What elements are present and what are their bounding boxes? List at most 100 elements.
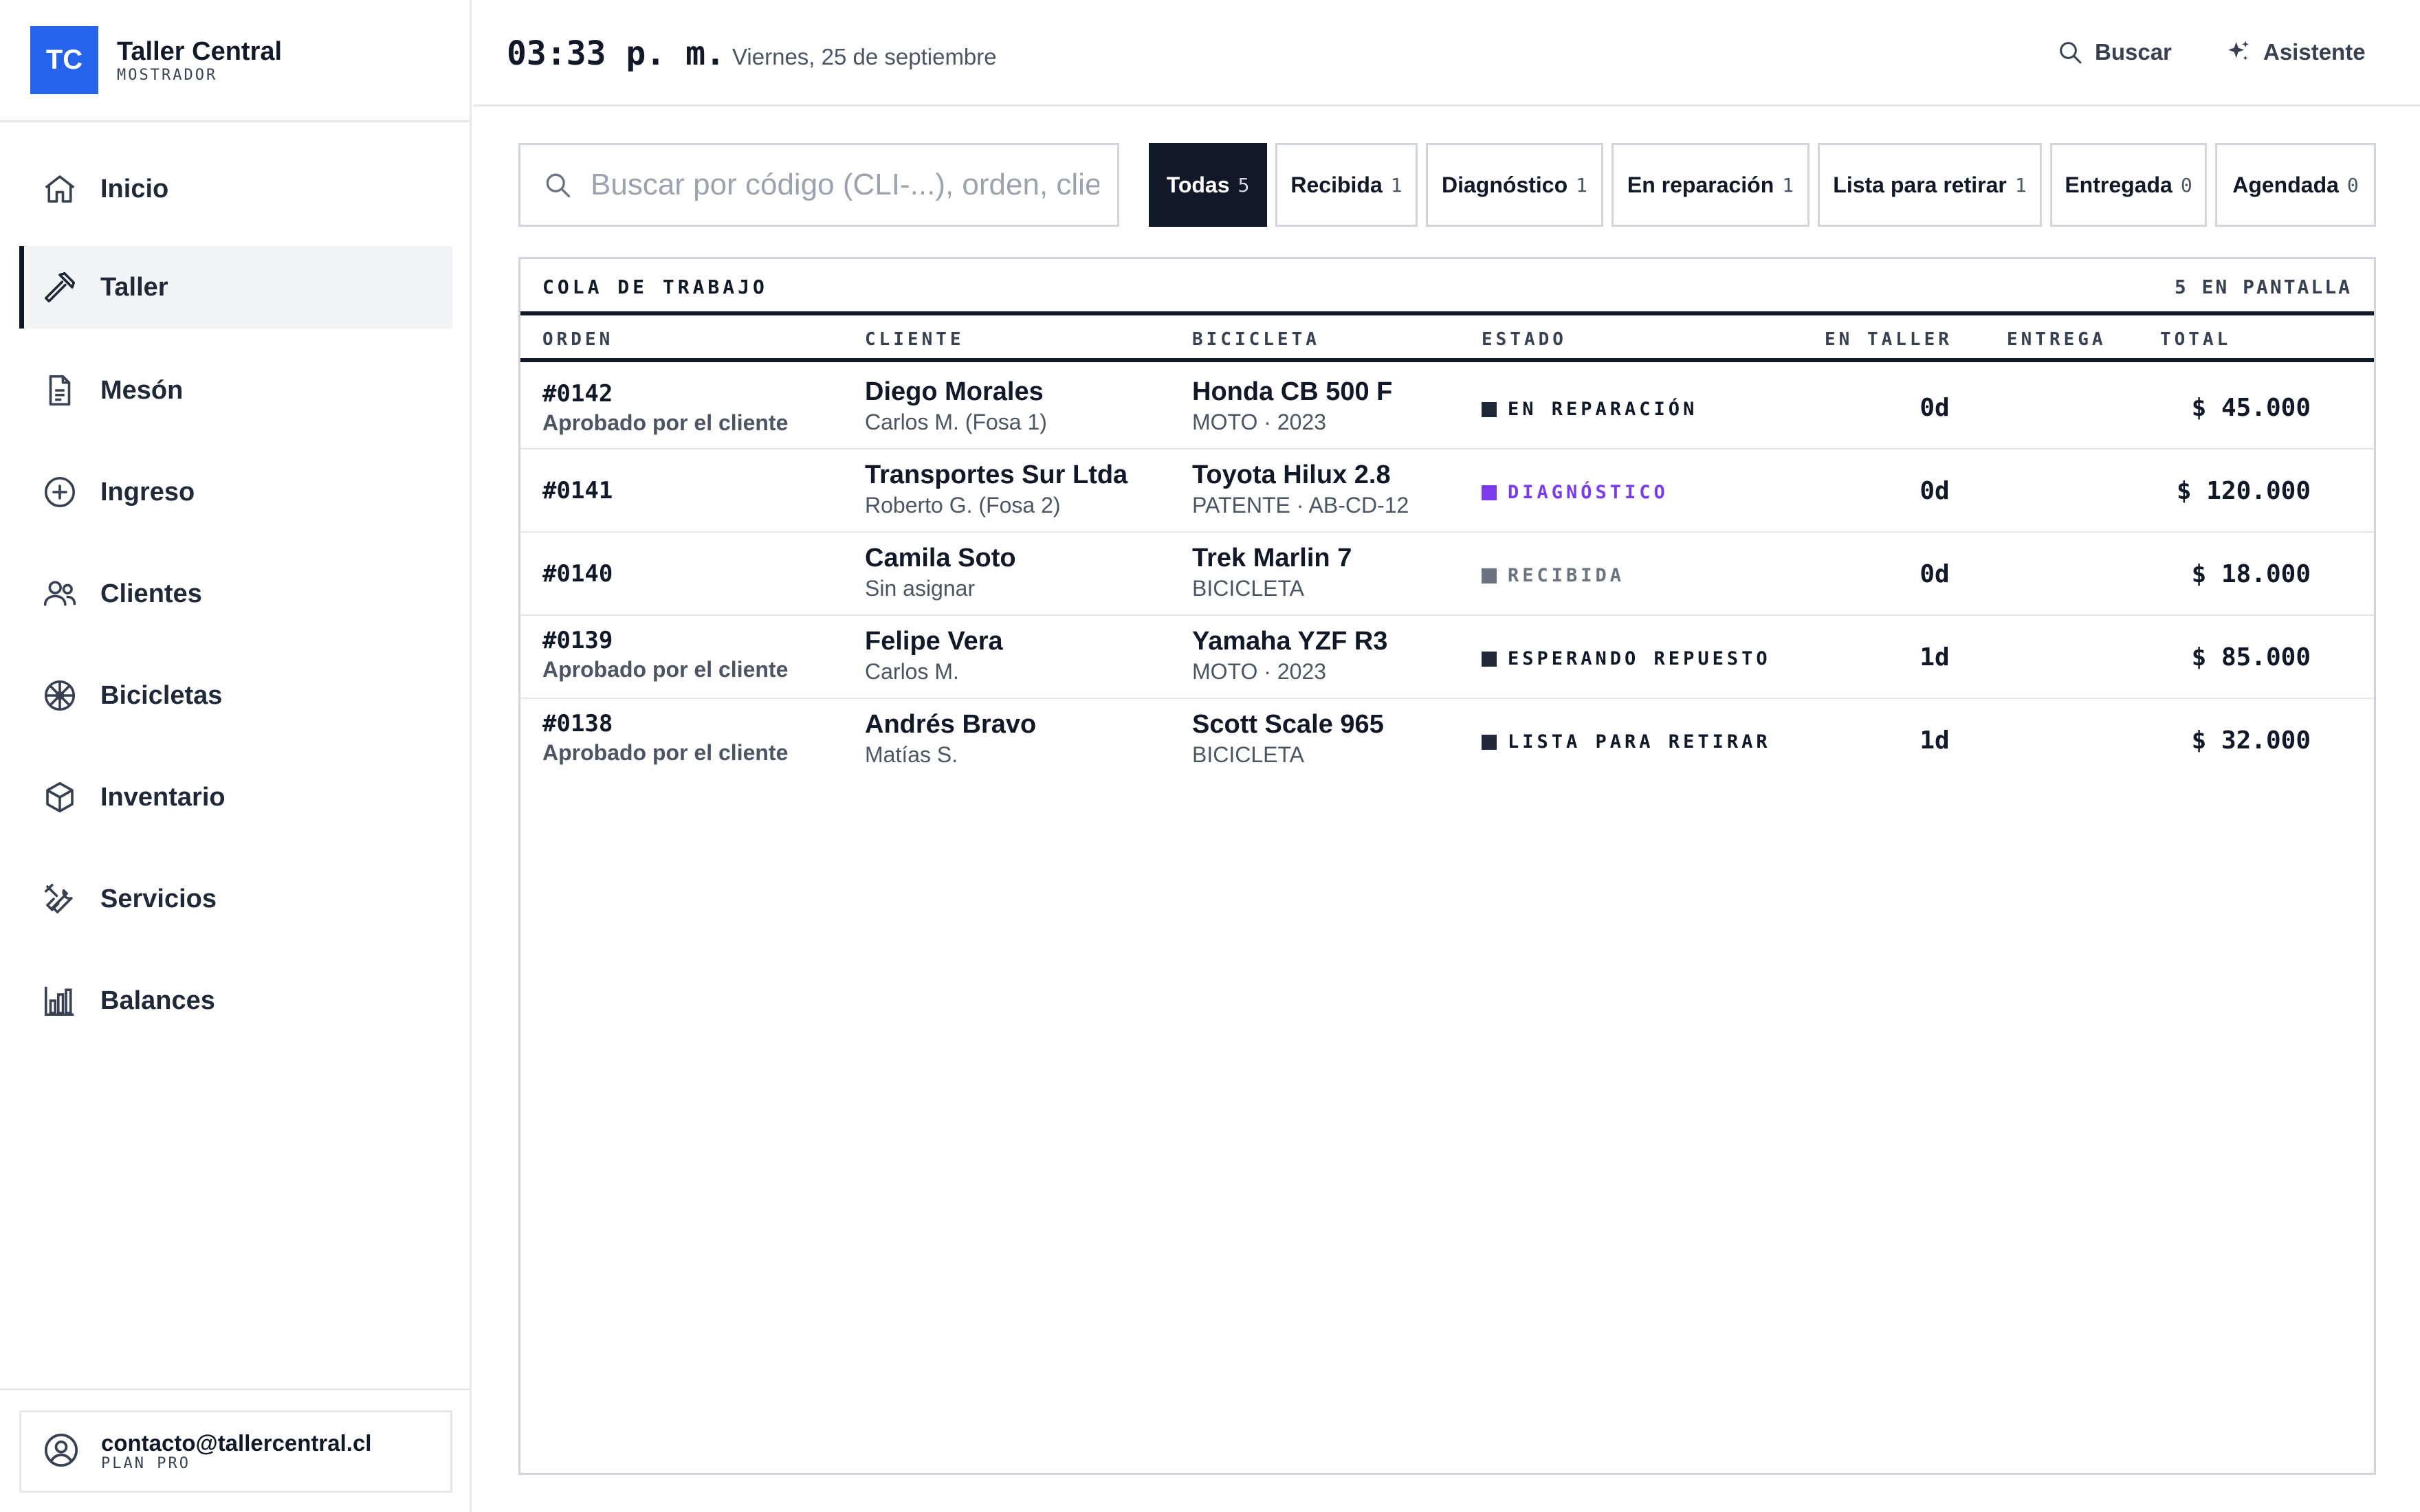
filter-label: Diagnóstico [1442, 172, 1568, 197]
order-total: $ 85.000 [2191, 643, 2311, 671]
vehicle-name: Yamaha YZF R3 [1192, 627, 1388, 656]
order-total: $ 32.000 [2191, 726, 2311, 755]
vehicle-info: BICICLETA [1192, 576, 1304, 601]
client-name: Diego Morales [865, 377, 1044, 406]
user-circle-icon [42, 1431, 80, 1473]
column-header-entrega[interactable]: ENTREGA [2007, 329, 2106, 350]
status-label: DIAGNÓSTICO [1508, 482, 1669, 503]
column-header-estado[interactable]: ESTADO [1482, 329, 1567, 350]
sidebar-item-label: Clientes [100, 579, 202, 608]
brand[interactable]: TC Taller Central MOSTRADOR [0, 0, 470, 122]
filter-label: Recibida [1290, 172, 1383, 197]
filter-agendada[interactable]: Agendada 0 [2215, 143, 2376, 227]
plus-circle-icon [41, 474, 78, 511]
filter-todas[interactable]: Todas 5 [1149, 143, 1267, 227]
sidebar-item-label: Bicicletas [100, 680, 223, 710]
table-header: ORDEN CLIENTE BICICLETA ESTADO EN TALLER… [520, 315, 2374, 362]
column-header-bicicleta[interactable]: BICICLETA [1192, 329, 1320, 350]
filter-count: 1 [1390, 173, 1402, 197]
account-plan: PLAN PRO [101, 1455, 190, 1472]
order-note: Aprobado por el cliente [542, 410, 789, 435]
order-search[interactable] [518, 143, 1119, 227]
work-queue-header: COLA DE TRABAJO 5 EN PANTALLA [520, 259, 2374, 315]
column-header-en-taller[interactable]: EN TALLER [1825, 329, 1952, 350]
users-icon [41, 575, 78, 612]
brand-name: Taller Central [117, 36, 283, 66]
filter-label: Agendada [2232, 172, 2339, 197]
mechanic-assignment: Sin asignar [865, 576, 976, 601]
mechanic-assignment: Carlos M. (Fosa 1) [865, 410, 1047, 434]
filter-count: 0 [2180, 173, 2192, 197]
account-email: contacto@tallercentral.cl [101, 1430, 372, 1456]
filter-label: En reparación [1627, 172, 1774, 197]
days-in-shop: 0d [1920, 560, 1950, 588]
vehicle-info: PATENTE · AB-CD-12 [1192, 493, 1409, 518]
column-header-orden[interactable]: ORDEN [542, 329, 613, 350]
order-id: #0141 [542, 477, 613, 504]
status-label: ESPERANDO REPUESTO [1508, 648, 1771, 669]
sidebar-item-servicios[interactable]: Servicios [19, 858, 452, 940]
order-total: $ 120.000 [2176, 477, 2311, 505]
status-badge: DIAGNÓSTICO [1482, 482, 1669, 503]
table-row[interactable]: #0139 Aprobado por el cliente Felipe Ver… [520, 616, 2374, 699]
sidebar-item-inventario[interactable]: Inventario [19, 756, 452, 838]
bar-chart-icon [41, 982, 78, 1019]
sidebar-item-balances[interactable]: Balances [19, 959, 452, 1042]
status-badge: RECIBIDA [1482, 565, 1625, 586]
mechanic-assignment: Carlos M. [865, 659, 959, 684]
divider [0, 1388, 472, 1390]
sidebar-item-label: Inventario [100, 782, 226, 812]
table-row[interactable]: #0141 Transportes Sur Ltda Roberto G. (F… [520, 449, 2374, 533]
status-label: LISTA PARA RETIRAR [1508, 731, 1771, 753]
brand-role: MOSTRADOR [117, 66, 218, 84]
filter-recibida[interactable]: Recibida 1 [1275, 143, 1418, 227]
global-search-button[interactable]: Buscar [2056, 34, 2172, 70]
hammer-icon [41, 269, 78, 306]
table-row[interactable]: #0140 Camila Soto Sin asignar Trek Marli… [520, 533, 2374, 616]
filter-label: Entregada [2065, 172, 2172, 197]
sparkles-icon [2228, 41, 2249, 60]
sidebar-item-label: Ingreso [100, 477, 195, 507]
vehicle-name: Honda CB 500 F [1192, 377, 1393, 406]
filter-label: Lista para retirar [1833, 172, 2007, 197]
search-input[interactable] [591, 168, 1099, 202]
vehicle-name: Trek Marlin 7 [1192, 544, 1352, 572]
vehicle-name: Toyota Hilux 2.8 [1192, 460, 1391, 489]
sidebar-item-ingreso[interactable]: Ingreso [19, 451, 452, 533]
sidebar-item-taller[interactable]: Taller [19, 246, 452, 329]
filter-en-reparacion[interactable]: En reparación 1 [1612, 143, 1810, 227]
client-name: Felipe Vera [865, 627, 1003, 656]
filter-count: 1 [1782, 173, 1794, 197]
home-icon [41, 170, 78, 208]
sidebar-item-clientes[interactable]: Clientes [19, 553, 452, 635]
assistant-label: Asistente [2263, 39, 2366, 65]
status-dot [1482, 734, 1497, 750]
sidebar-item-meson[interactable]: Mesón [19, 349, 452, 432]
column-header-total[interactable]: TOTAL [2160, 329, 2231, 350]
table-row[interactable]: #0142 Aprobado por el cliente Diego Mora… [520, 366, 2374, 449]
search-icon [546, 173, 571, 198]
sidebar-item-bicicletas[interactable]: Bicicletas [19, 654, 452, 737]
column-header-cliente[interactable]: CLIENTE [865, 329, 965, 350]
current-date: Viernes, 25 de septiembre [732, 44, 997, 69]
vehicle-name: Scott Scale 965 [1192, 710, 1384, 739]
mechanic-assignment: Matías S. [865, 742, 958, 767]
status-dot [1482, 401, 1497, 417]
assistant-button[interactable]: Asistente [2225, 34, 2366, 70]
vehicle-info: BICICLETA [1192, 742, 1304, 767]
filter-diagnostico[interactable]: Diagnóstico 1 [1426, 143, 1603, 227]
sidebar-item-inicio[interactable]: Inicio [19, 148, 452, 230]
days-in-shop: 0d [1920, 394, 1950, 422]
work-queue-panel: COLA DE TRABAJO 5 EN PANTALLA ORDEN CLIE… [518, 257, 2376, 1475]
order-note: Aprobado por el cliente [542, 740, 789, 765]
account-menu[interactable]: contacto@tallercentral.cl PLAN PRO [19, 1410, 452, 1493]
box-icon [41, 779, 78, 816]
filter-lista-para-retirar[interactable]: Lista para retirar 1 [1818, 143, 2042, 227]
filter-entregada[interactable]: Entregada 0 [2050, 143, 2207, 227]
table-row[interactable]: #0138 Aprobado por el cliente Andrés Bra… [520, 699, 2374, 782]
status-dot [1482, 485, 1497, 500]
order-total: $ 45.000 [2191, 394, 2311, 422]
sidebar: TC Taller Central MOSTRADOR Inicio Talle… [0, 0, 472, 1512]
wheel-icon [41, 677, 78, 714]
vehicle-info: MOTO · 2023 [1192, 410, 1327, 434]
